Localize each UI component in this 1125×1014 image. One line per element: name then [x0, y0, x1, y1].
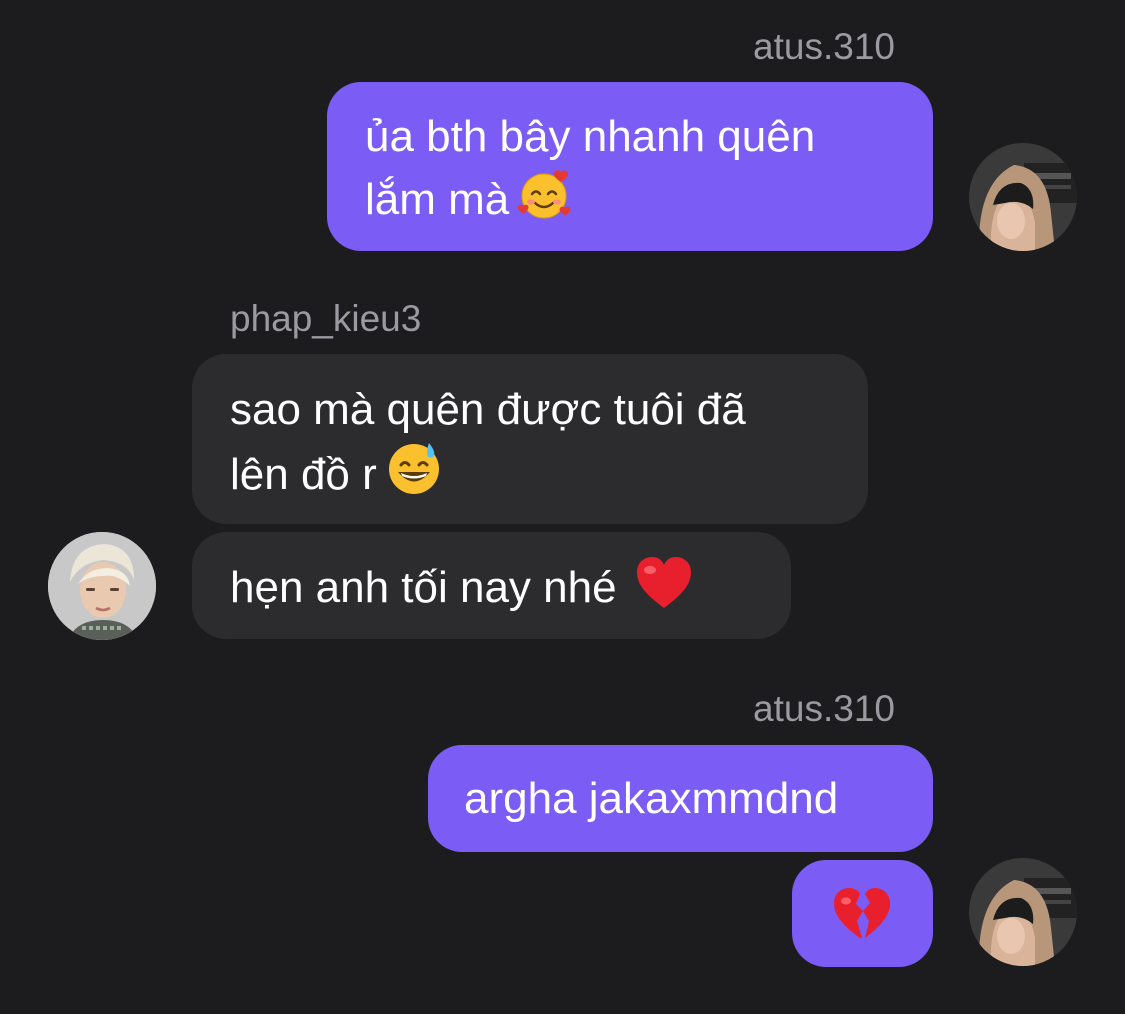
- message-text-line: hẹn anh tối nay nhé: [230, 556, 753, 625]
- message-text-line: lắm mà: [365, 166, 895, 237]
- sender-name-atus[interactable]: atus.310: [753, 690, 895, 727]
- message-text-line: argha jakaxmmdnd: [464, 774, 839, 823]
- message-bubble-outgoing[interactable]: argha jakaxmmdnd: [428, 745, 933, 852]
- sender-name-atus[interactable]: atus.310: [753, 28, 895, 65]
- avatar-atus[interactable]: [969, 858, 1077, 966]
- message-text-line: sao mà quên được tuôi đã: [230, 385, 746, 434]
- message-text-line: ủa bth bây nhanh quên: [365, 112, 816, 161]
- avatar-phap-kieu3[interactable]: [48, 532, 156, 640]
- message-bubble-outgoing[interactable]: ủa bth bây nhanh quên lắm mà: [327, 82, 933, 251]
- message-bubble-outgoing[interactable]: [792, 860, 933, 967]
- message-bubble-incoming[interactable]: hẹn anh tối nay nhé: [192, 532, 791, 639]
- message-bubble-incoming[interactable]: sao mà quên được tuôi đã lên đồ r: [192, 354, 868, 524]
- sender-name-phap[interactable]: phap_kieu3: [230, 300, 421, 337]
- smiling-face-with-hearts-icon: [517, 166, 573, 237]
- red-heart-icon: [635, 556, 693, 625]
- grinning-face-with-sweat-icon: [385, 439, 443, 512]
- message-text-line: lên đồ r: [230, 439, 830, 512]
- broken-heart-icon: [832, 887, 892, 956]
- avatar-atus[interactable]: [969, 143, 1077, 251]
